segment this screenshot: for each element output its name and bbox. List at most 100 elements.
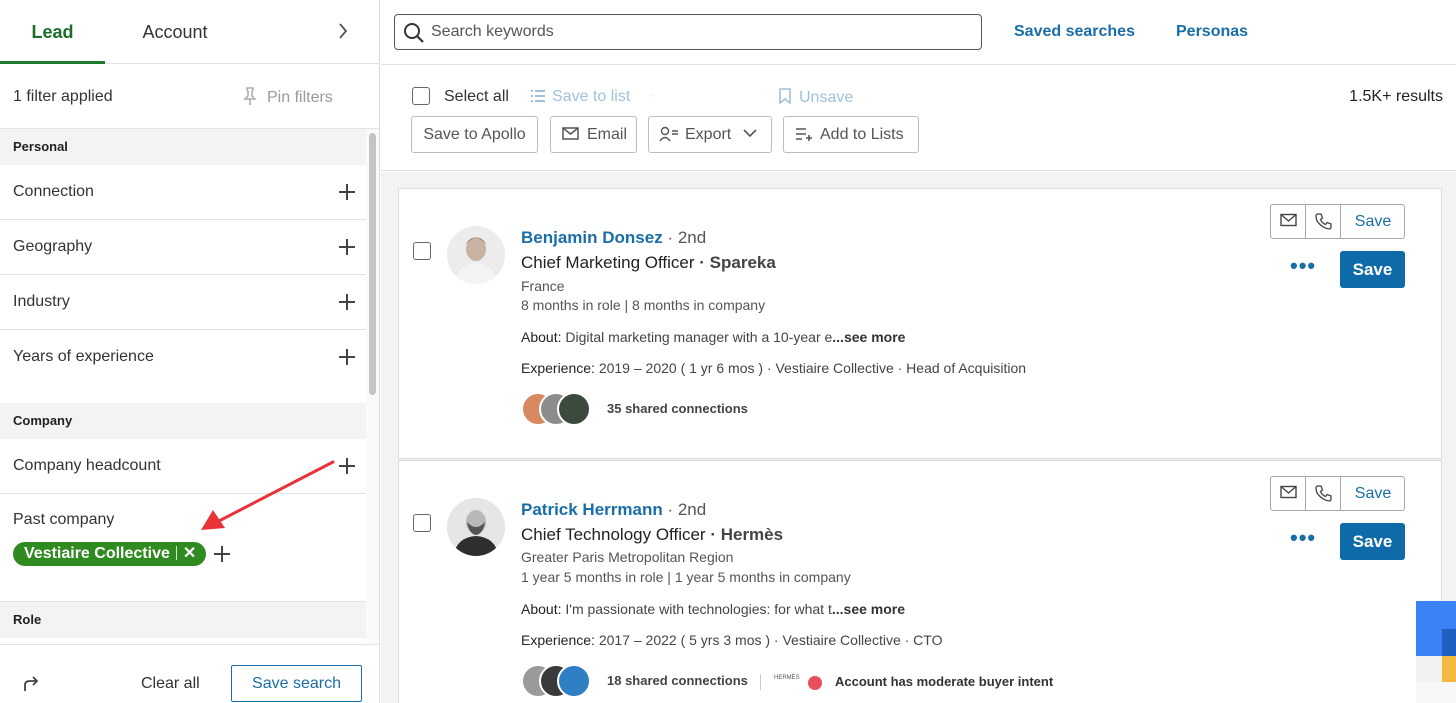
phone-icon[interactable] bbox=[1306, 477, 1341, 510]
email-button[interactable]: Email bbox=[550, 116, 637, 153]
sidebar-scrollbar[interactable] bbox=[366, 129, 379, 644]
job-title: Chief Marketing Officer bbox=[521, 253, 695, 272]
share-icon[interactable] bbox=[22, 674, 42, 694]
chevron-down-icon bbox=[743, 129, 757, 138]
lead-card: Patrick Herrmann · 2nd Chief Technology … bbox=[398, 460, 1442, 703]
plus-icon[interactable] bbox=[339, 239, 355, 255]
bookmark-icon bbox=[779, 88, 791, 104]
mail-icon[interactable] bbox=[1271, 477, 1306, 510]
save-search-button[interactable]: Save search bbox=[231, 665, 362, 702]
search-input[interactable] bbox=[431, 19, 971, 45]
see-more-link[interactable]: ...see more bbox=[832, 601, 905, 617]
floating-widget[interactable] bbox=[1416, 601, 1456, 703]
about-text: Digital marketing manager with a 10-year… bbox=[565, 329, 833, 345]
shared-connections[interactable]: 18 shared connections bbox=[607, 673, 748, 688]
connection-degree: · 2nd bbox=[667, 228, 707, 247]
save-to-list-button[interactable]: Save to list bbox=[531, 88, 630, 106]
lead-name-text[interactable]: Benjamin Donsez bbox=[521, 228, 663, 247]
job-title: Chief Technology Officer bbox=[521, 525, 706, 544]
lead-checkbox[interactable] bbox=[413, 242, 431, 260]
experience-text: 2019 – 2020 ( 1 yr 6 mos ) · Vestiaire C… bbox=[598, 360, 1027, 376]
plus-icon[interactable] bbox=[339, 349, 355, 365]
export-button[interactable]: Export bbox=[648, 116, 772, 153]
avatar[interactable] bbox=[447, 226, 505, 284]
select-all-checkbox[interactable] bbox=[412, 87, 430, 105]
tab-account[interactable]: Account bbox=[120, 0, 230, 64]
clear-all-button[interactable]: Clear all bbox=[141, 675, 200, 693]
saved-searches-link[interactable]: Saved searches bbox=[1014, 23, 1135, 41]
lead-location: Greater Paris Metropolitan Region bbox=[521, 549, 734, 565]
chevron-right-icon[interactable] bbox=[330, 0, 356, 64]
plus-icon[interactable] bbox=[339, 294, 355, 310]
filter-industry[interactable]: Industry bbox=[0, 275, 366, 330]
filter-label: Years of experience bbox=[13, 348, 154, 365]
filters-applied-count: 1 filter applied bbox=[13, 88, 113, 105]
lead-location: France bbox=[521, 278, 565, 294]
pin-filters-label: Pin filters bbox=[267, 89, 333, 106]
lead-name[interactable]: Benjamin Donsez · 2nd bbox=[521, 228, 706, 248]
app-root: Lead Account 1 filter applied Pin filter… bbox=[0, 0, 1456, 703]
lead-experience: Experience: 2017 – 2022 ( 5 yrs 3 mos ) … bbox=[521, 632, 942, 648]
save-to-apollo-button[interactable]: Save to Apollo bbox=[411, 116, 538, 153]
lead-checkbox[interactable] bbox=[413, 514, 431, 532]
unsave-button[interactable]: Unsave bbox=[779, 88, 853, 107]
sidebar-tabs: Lead Account bbox=[0, 0, 380, 64]
section-company: Company bbox=[0, 403, 366, 439]
plus-icon[interactable] bbox=[339, 458, 355, 474]
shared-connection-avatars[interactable] bbox=[521, 392, 597, 428]
save-primary-button[interactable]: Save bbox=[1340, 251, 1405, 288]
close-icon[interactable]: ✕ bbox=[183, 542, 196, 566]
avatar[interactable] bbox=[447, 498, 505, 556]
export-label: Export bbox=[685, 126, 732, 143]
scrollbar-thumb[interactable] bbox=[369, 133, 376, 395]
tab-lead[interactable]: Lead bbox=[0, 0, 105, 64]
lead-experience: Experience: 2019 – 2020 ( 1 yr 6 mos ) ·… bbox=[521, 360, 1026, 376]
lead-about: About: Digital marketing manager with a … bbox=[521, 329, 905, 345]
top-bar: Saved searches Personas bbox=[381, 0, 1456, 65]
search-box[interactable] bbox=[394, 14, 982, 50]
plus-icon[interactable] bbox=[339, 184, 355, 200]
more-icon[interactable]: ••• bbox=[1290, 527, 1316, 549]
company-name[interactable]: · Spareka bbox=[699, 253, 776, 272]
filter-label: Industry bbox=[13, 293, 70, 310]
shared-connections[interactable]: 35 shared connections bbox=[607, 401, 748, 416]
filter-status-bar: 1 filter applied Pin filters bbox=[0, 64, 379, 129]
pin-filters-button[interactable]: Pin filters bbox=[243, 87, 333, 107]
lead-tenure: 8 months in role | 8 months in company bbox=[521, 297, 766, 313]
select-all-label[interactable]: Select all bbox=[444, 88, 509, 106]
company-name[interactable]: · Hermès bbox=[710, 525, 783, 544]
filter-years-of-experience[interactable]: Years of experience bbox=[0, 330, 366, 385]
about-label: About: bbox=[521, 601, 562, 617]
lead-name-text[interactable]: Patrick Herrmann bbox=[521, 500, 663, 519]
filter-connection[interactable]: Connection bbox=[0, 165, 366, 220]
lead-title: Chief Marketing Officer · Spareka bbox=[521, 253, 776, 273]
chip-divider bbox=[175, 546, 177, 560]
shared-connection-avatars[interactable] bbox=[521, 664, 597, 700]
mail-icon[interactable] bbox=[1271, 205, 1306, 238]
save-to-list-label: Save to list bbox=[552, 88, 631, 105]
pin-icon bbox=[243, 87, 257, 105]
filter-sidebar: Lead Account 1 filter applied Pin filter… bbox=[0, 0, 380, 703]
lead-card: Benjamin Donsez · 2nd Chief Marketing Of… bbox=[398, 188, 1442, 459]
buyer-intent-text[interactable]: Account has moderate buyer intent bbox=[835, 674, 1053, 689]
lead-title: Chief Technology Officer · Hermès bbox=[521, 525, 783, 545]
lead-about: About: I'm passionate with technologies:… bbox=[521, 601, 905, 617]
results-count: 1.5K+ results bbox=[1349, 88, 1443, 105]
add-to-lists-button[interactable]: Add to Lists bbox=[783, 116, 919, 153]
phone-icon[interactable] bbox=[1306, 205, 1341, 238]
mail-icon bbox=[562, 127, 579, 140]
save-primary-button[interactable]: Save bbox=[1340, 523, 1405, 560]
lead-name[interactable]: Patrick Herrmann · 2nd bbox=[521, 500, 706, 520]
more-icon[interactable]: ••• bbox=[1290, 255, 1316, 277]
search-icon bbox=[404, 23, 424, 43]
filter-geography[interactable]: Geography bbox=[0, 220, 366, 275]
filter-label: Company headcount bbox=[13, 457, 161, 474]
save-button[interactable]: Save bbox=[1341, 477, 1405, 510]
see-more-link[interactable]: ...see more bbox=[832, 329, 905, 345]
filter-label: Connection bbox=[13, 183, 94, 200]
avatar bbox=[557, 664, 591, 698]
plus-icon[interactable] bbox=[214, 546, 230, 562]
save-button[interactable]: Save bbox=[1341, 205, 1405, 238]
personas-link[interactable]: Personas bbox=[1176, 23, 1248, 41]
filter-chip-past-company[interactable]: Vestiaire Collective ✕ bbox=[13, 542, 207, 566]
